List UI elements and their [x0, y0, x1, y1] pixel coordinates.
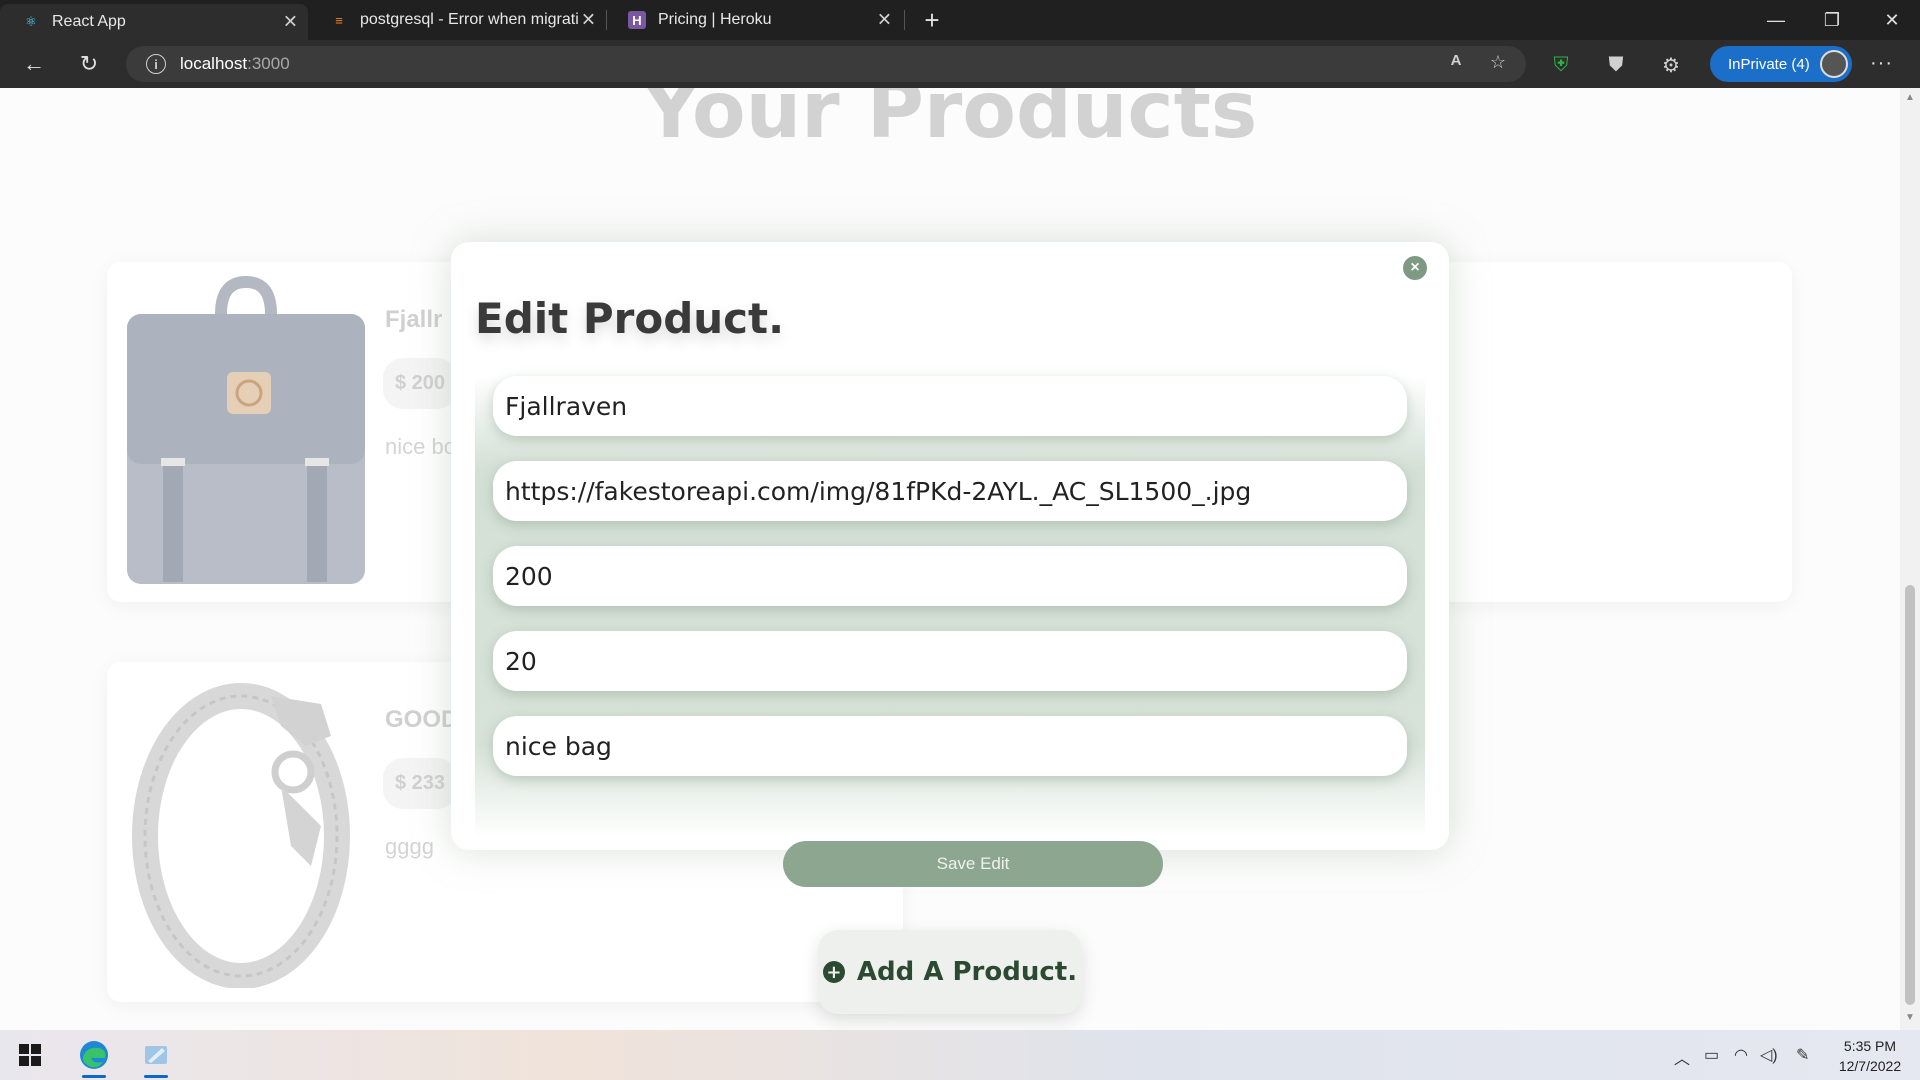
- tab-close-icon[interactable]: ✕: [877, 10, 892, 31]
- clock-date: 12/7/2022: [1838, 1058, 1902, 1074]
- page-content: Your Products Fjallr $ 200 nice bc GOOD …: [0, 88, 1900, 1030]
- heroku-icon: H: [628, 11, 646, 29]
- refresh-icon[interactable]: ↻: [73, 48, 105, 80]
- react-icon: ⚛: [25, 14, 37, 29]
- profile-avatar: [1820, 50, 1848, 78]
- more-menu-icon[interactable]: ···: [1870, 52, 1893, 75]
- scroll-up-arrow-icon[interactable]: ▲: [1905, 92, 1915, 103]
- edit-form: Save Edit: [475, 376, 1425, 887]
- product-description: nice bc: [385, 434, 455, 459]
- tracking-shield-icon[interactable]: ⛊: [1603, 52, 1629, 78]
- inprivate-label: InPrivate (4): [1728, 55, 1810, 73]
- edge-browser-icon[interactable]: [74, 1035, 114, 1078]
- url-port: :3000: [247, 54, 290, 73]
- close-modal-icon[interactable]: ×: [1403, 256, 1427, 280]
- tab-close-icon[interactable]: ✕: [283, 12, 298, 33]
- read-aloud-icon[interactable]: A: [1444, 52, 1468, 69]
- minimize-button[interactable]: —: [1748, 0, 1804, 40]
- url-host: localhost: [180, 54, 248, 73]
- tab-react-app[interactable]: ⚛ React App ✕: [0, 4, 308, 40]
- clock-time: 5:35 PM: [1843, 1038, 1897, 1054]
- product-description: gggg: [385, 834, 434, 859]
- image-url-field[interactable]: [493, 461, 1407, 521]
- tab-divider: [904, 10, 905, 30]
- favorite-star-icon[interactable]: ☆: [1486, 52, 1510, 73]
- chevron-up-icon[interactable]: ︿: [1674, 1045, 1690, 1069]
- save-edit-button[interactable]: Save Edit: [783, 841, 1163, 887]
- product-name: GOOD: [385, 706, 459, 733]
- scrollbar-thumb[interactable]: [1905, 585, 1915, 1005]
- tab-postgresql[interactable]: ≡ postgresql - Error when migrating ✕: [308, 4, 606, 36]
- extensions-icon[interactable]: ⚙: [1658, 52, 1684, 78]
- product-price: $ 200: [383, 358, 458, 409]
- shield-check-icon[interactable]: ⛨: [1548, 52, 1574, 78]
- app-window-icon[interactable]: [136, 1035, 176, 1078]
- description-field[interactable]: [493, 716, 1407, 776]
- edit-product-modal: × Edit Product. Save Edit: [451, 242, 1449, 887]
- modal-title: Edit Product.: [475, 294, 785, 343]
- info-icon[interactable]: i: [146, 54, 166, 74]
- wifi-icon[interactable]: ◠: [1734, 1045, 1748, 1065]
- plus-circle-icon: +: [822, 961, 845, 983]
- close-window-button[interactable]: ✕: [1864, 0, 1920, 40]
- price-field[interactable]: [493, 546, 1407, 606]
- battery-icon[interactable]: ▭: [1704, 1045, 1719, 1065]
- product-name-field[interactable]: [493, 376, 1407, 436]
- page-heading: Your Products: [642, 88, 1258, 156]
- bracelet-image: [132, 683, 350, 988]
- product-price: $ 233: [383, 758, 458, 809]
- tab-title: React App: [52, 13, 126, 30]
- toolbar: ← ↻ i localhost:3000 A ☆ ⛨ ⛊ ⚙ InPrivate…: [0, 40, 1920, 88]
- taskbar-clock[interactable]: 5:35 PM 12/7/2022: [1830, 1036, 1910, 1076]
- quantity-field[interactable]: [493, 631, 1407, 691]
- tab-close-icon[interactable]: ✕: [581, 10, 596, 31]
- backpack-image: [127, 276, 365, 584]
- restore-button[interactable]: ❐: [1804, 0, 1860, 40]
- windows-start-icon[interactable]: [10, 1035, 50, 1075]
- tab-title: postgresql - Error when migrating: [360, 11, 578, 28]
- address-url: localhost:3000: [180, 54, 290, 74]
- pen-icon[interactable]: ✎: [1796, 1045, 1809, 1065]
- inprivate-button[interactable]: InPrivate (4): [1710, 46, 1852, 82]
- stackoverflow-icon: ≡: [335, 12, 343, 28]
- back-icon[interactable]: ←: [18, 48, 50, 80]
- product-name: Fjallr: [385, 306, 443, 333]
- tab-strip: ⚛ React App ✕ ≡ postgresql - Error when …: [0, 0, 1920, 40]
- page-scrollbar[interactable]: ▲ ▼: [1900, 88, 1920, 1030]
- add-product-label: Add A Product.: [856, 957, 1078, 987]
- add-product-button[interactable]: + Add A Product.: [818, 930, 1082, 1014]
- new-tab-button[interactable]: +: [916, 4, 948, 36]
- windows-taskbar: ︿ ▭ ◠ ◁) ✎ 5:35 PM 12/7/2022: [0, 1030, 1920, 1080]
- tab-title: Pricing | Heroku: [658, 11, 772, 28]
- scroll-down-arrow-icon[interactable]: ▼: [1905, 1012, 1915, 1023]
- tab-heroku[interactable]: H Pricing | Heroku ✕: [606, 4, 902, 36]
- address-bar[interactable]: i localhost:3000 A ☆: [126, 46, 1526, 82]
- volume-icon[interactable]: ◁): [1760, 1045, 1778, 1065]
